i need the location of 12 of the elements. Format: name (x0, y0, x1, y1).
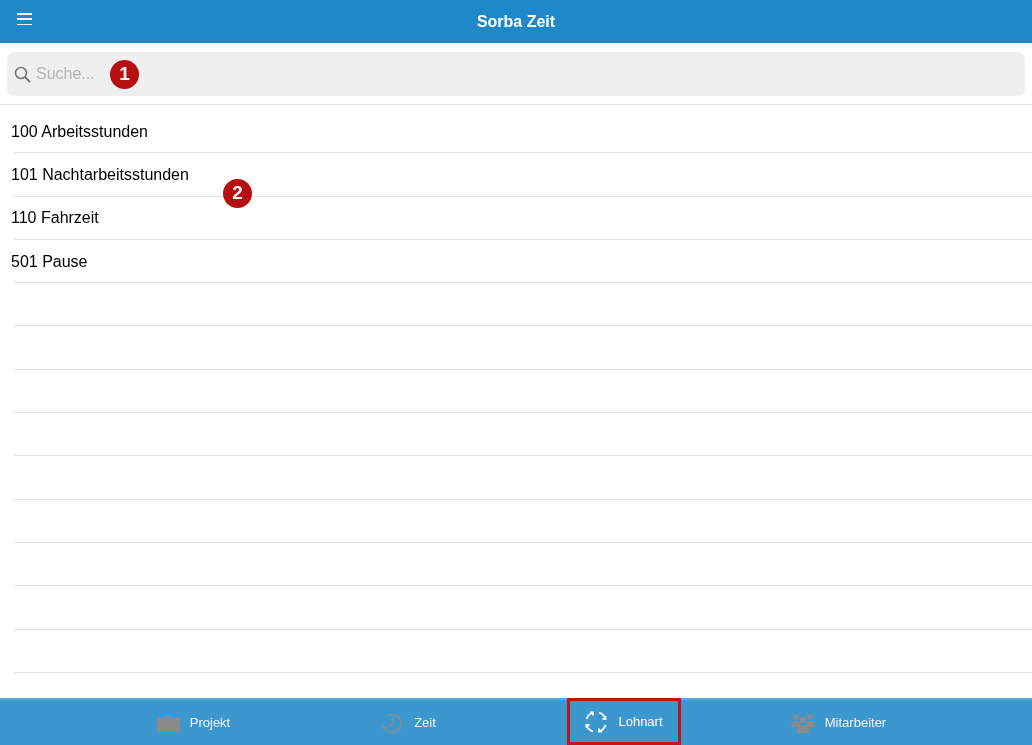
list-item[interactable]: 110 Fahrzeit (11, 206, 99, 231)
search-icon (14, 66, 31, 83)
list-item[interactable]: 101 Nachtarbeitsstunden (11, 162, 189, 187)
menu-icon[interactable] (17, 13, 32, 25)
list-item[interactable]: 100 Arbeitsstunden (11, 119, 148, 144)
list-item[interactable]: 501 Pause (11, 249, 88, 274)
callout-badge: 2 (223, 179, 252, 208)
people-icon (790, 712, 815, 733)
refresh-icon (584, 709, 609, 734)
briefcase-icon (156, 713, 180, 732)
clock-icon (381, 711, 405, 734)
app-title: Sorba Zeit (476, 11, 556, 32)
